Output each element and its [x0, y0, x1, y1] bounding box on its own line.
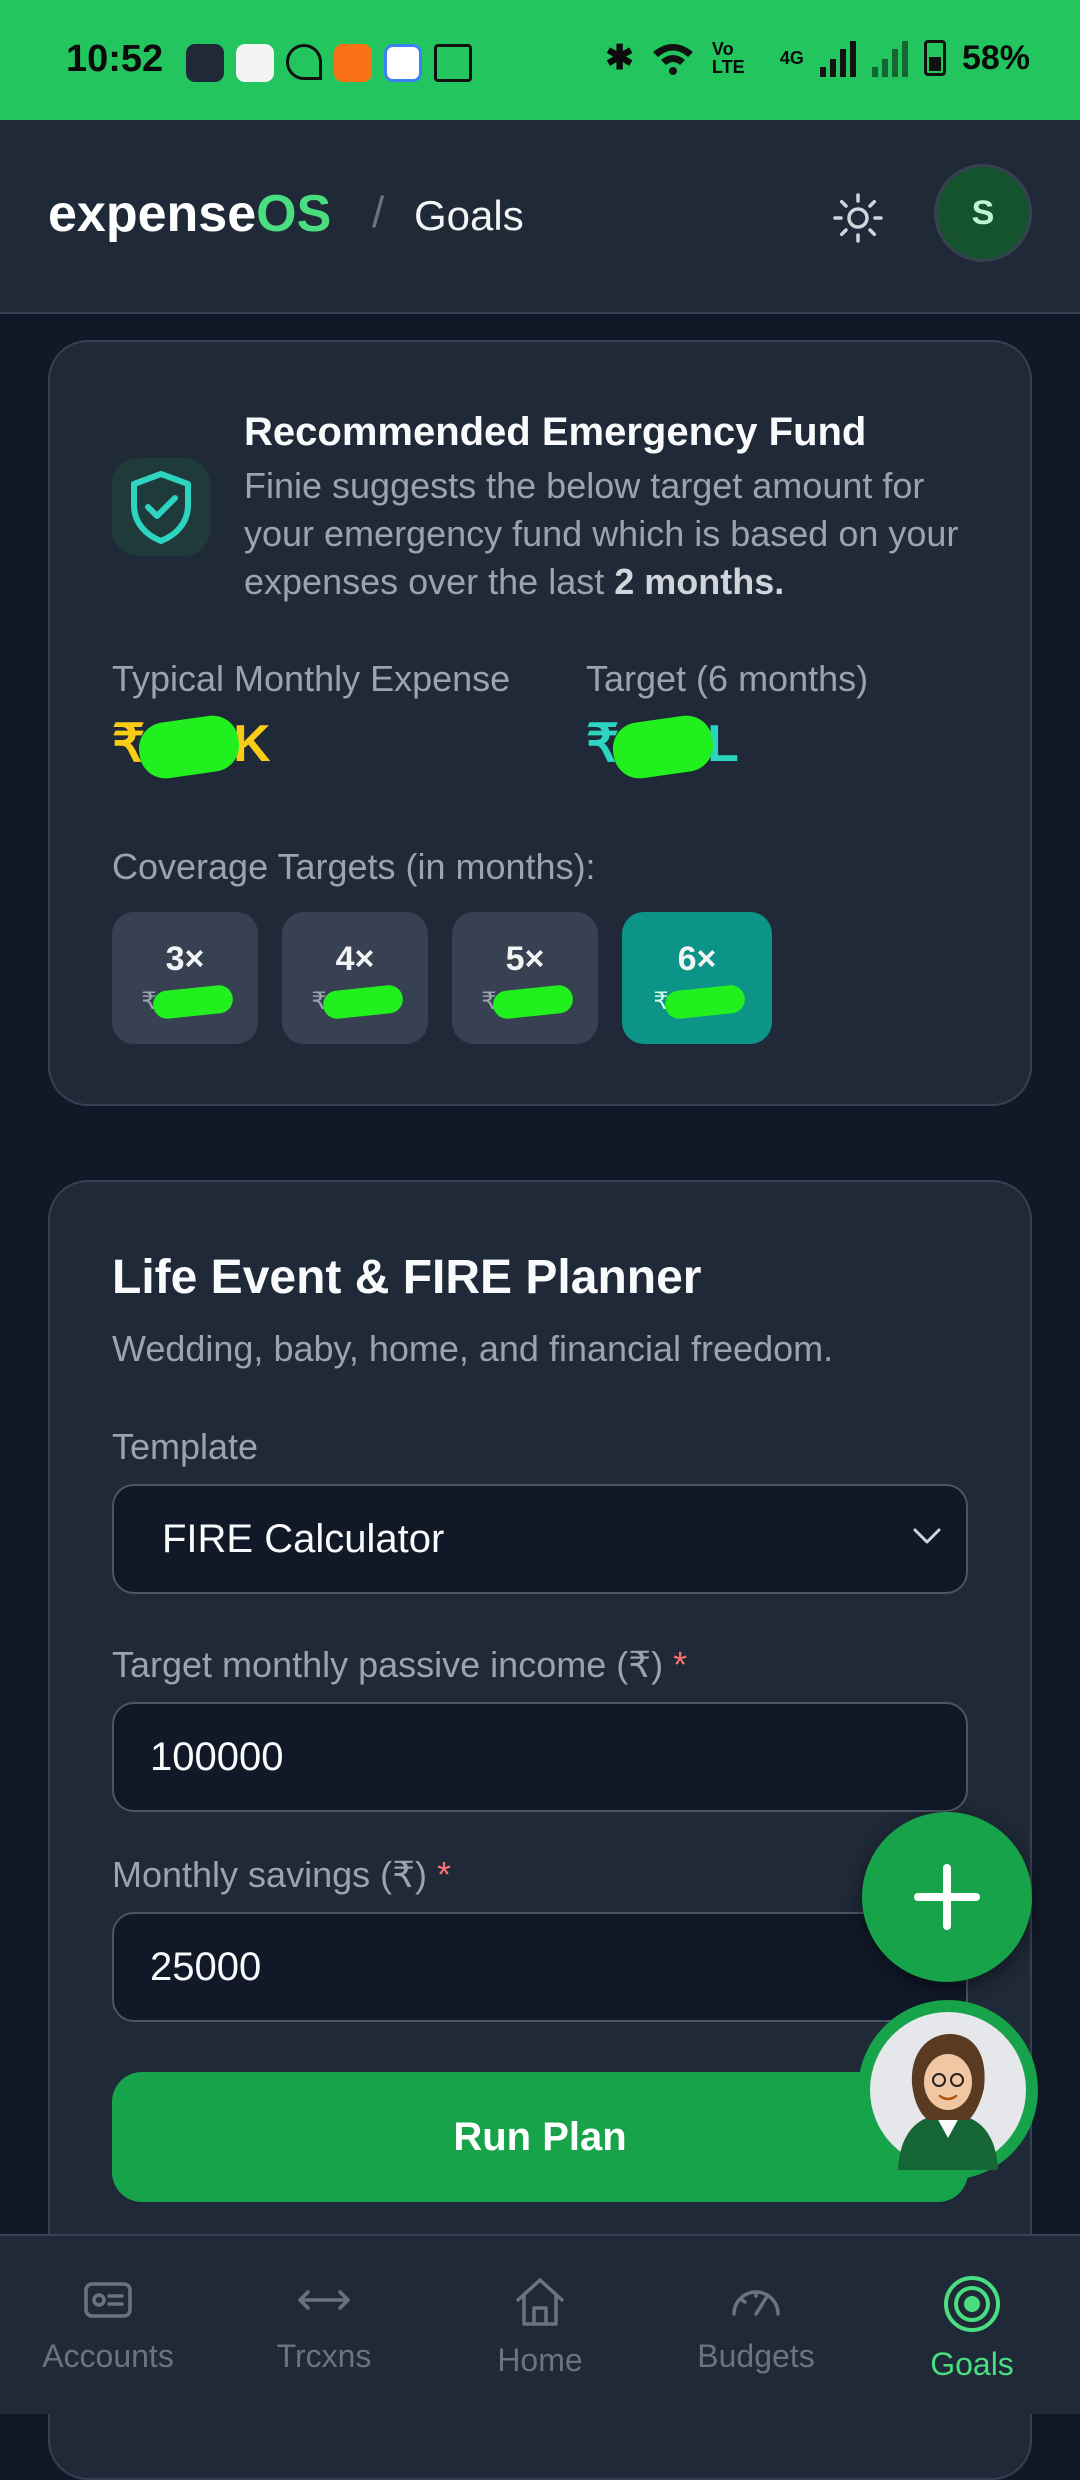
status-right: ✱ Vo LTE 4G 58% — [605, 38, 1030, 78]
redacted-scribble — [609, 712, 717, 782]
app-notification-icon — [236, 44, 274, 82]
wifi-question-icon — [286, 44, 322, 80]
battery-icon — [923, 40, 946, 76]
template-select[interactable]: FIRE Calculator — [112, 1484, 968, 1594]
typical-expense-label: Typical Monthly Expense — [112, 658, 511, 699]
target-icon — [944, 2276, 1000, 2332]
monthly-savings-input[interactable]: 25000 — [112, 1912, 968, 2022]
nav-item-home[interactable]: Home — [432, 2236, 648, 2414]
user-avatar[interactable]: S — [934, 164, 1032, 262]
chip-amount: ₹ — [481, 984, 574, 1021]
redacted-scribble — [151, 984, 234, 1021]
passive-income-value: 100000 — [150, 1734, 284, 1779]
monthly-savings-label-text: Monthly savings (₹) — [112, 1854, 427, 1895]
shield-check-icon — [112, 458, 210, 556]
coverage-chips: 3× ₹ 4× ₹ 5× ₹ 6× ₹ — [112, 912, 772, 1044]
signal-icon — [819, 39, 856, 77]
description-period: 2 months. — [614, 561, 785, 602]
brand-logo[interactable]: expenseOS — [48, 184, 331, 244]
bottom-navigation: Accounts Trcxns Home Budgets Goals — [0, 2234, 1080, 2414]
chip-amount: ₹ — [653, 984, 746, 1021]
passive-income-label-text: Target monthly passive income (₹) — [112, 1644, 664, 1685]
calendar-icon — [434, 44, 472, 82]
template-label: Template — [112, 1426, 259, 1467]
brand-text: expense — [48, 185, 257, 243]
assistant-avatar-icon — [870, 2012, 1026, 2170]
chip-multiplier: 6× — [677, 939, 717, 978]
planner-subtitle: Wedding, baby, home, and financial freed… — [112, 1328, 834, 1369]
nav-item-accounts[interactable]: Accounts — [0, 2236, 216, 2414]
target-value: ₹ L — [586, 712, 739, 782]
nav-label: Budgets — [697, 2338, 815, 2374]
coverage-chip-3x[interactable]: 3× ₹ — [112, 912, 258, 1044]
notification-icons — [186, 44, 472, 82]
nav-item-budgets[interactable]: Budgets — [648, 2236, 864, 2414]
passive-income-label: Target monthly passive income (₹) * — [112, 1644, 687, 1686]
required-asterisk: * — [437, 1854, 452, 1895]
home-icon — [516, 2278, 564, 2326]
chevron-down-icon — [913, 1528, 941, 1544]
redacted-scribble — [663, 984, 746, 1021]
description-text: Finie suggests the below target amount f… — [244, 465, 959, 602]
breadcrumb-separator: / — [372, 188, 385, 237]
bluetooth-icon: ✱ — [605, 39, 634, 77]
nav-label: Home — [497, 2342, 583, 2378]
network-gen: 4G — [779, 47, 804, 68]
status-time: 10:52 — [66, 38, 164, 80]
battery-percent: 58% — [961, 38, 1030, 77]
accounts-icon — [84, 2282, 132, 2318]
nav-label: Trcxns — [276, 2338, 372, 2374]
plus-icon — [914, 1864, 980, 1930]
emergency-fund-title: Recommended Emergency Fund — [244, 410, 867, 454]
theme-toggle-button[interactable] — [826, 186, 890, 250]
app-header: expenseOS / Goals S — [0, 120, 1080, 314]
task-app-icon — [384, 44, 422, 82]
app-notification-icon — [334, 44, 372, 82]
chip-multiplier: 4× — [335, 939, 375, 978]
redacted-scribble — [135, 712, 243, 782]
passive-income-input[interactable]: 100000 — [112, 1702, 968, 1812]
chip-amount: ₹ — [311, 984, 404, 1021]
transactions-icon — [298, 2290, 350, 2310]
gauge-icon — [732, 2290, 780, 2316]
coverage-targets-label: Coverage Targets (in months): — [112, 846, 596, 887]
run-plan-button[interactable]: Run Plan — [112, 2072, 968, 2202]
app-notification-icon — [186, 44, 224, 82]
chip-amount: ₹ — [141, 984, 234, 1021]
status-bar: 10:52 ✱ Vo LTE 4G 58% — [0, 0, 1080, 120]
volte-label: Vo LTE — [711, 39, 745, 77]
emergency-fund-card: Recommended Emergency Fund Finie suggest… — [48, 340, 1032, 1106]
planner-title: Life Event & FIRE Planner — [112, 1251, 702, 1304]
redacted-scribble — [321, 984, 404, 1021]
chip-multiplier: 5× — [505, 939, 545, 978]
redacted-scribble — [491, 984, 574, 1021]
target-label: Target (6 months) — [586, 658, 869, 699]
nav-item-goals[interactable]: Goals — [864, 2236, 1080, 2414]
add-fab-button[interactable] — [862, 1812, 1032, 1982]
page-title: Goals — [414, 192, 524, 239]
assistant-avatar-button[interactable] — [858, 2000, 1038, 2180]
monthly-savings-label: Monthly savings (₹) * — [112, 1854, 451, 1896]
template-selected-value: FIRE Calculator — [162, 1516, 445, 1561]
brand-text-accent: OS — [256, 185, 332, 243]
signal-icon-secondary — [871, 39, 908, 77]
sun-icon — [833, 193, 883, 243]
coverage-chip-5x[interactable]: 5× ₹ — [452, 912, 598, 1044]
nav-item-transactions[interactable]: Trcxns — [216, 2236, 432, 2414]
chip-multiplier: 3× — [165, 939, 205, 978]
required-asterisk: * — [673, 1644, 688, 1685]
nav-label: Goals — [930, 2346, 1014, 2382]
typical-expense-value: ₹ K — [112, 712, 271, 782]
monthly-savings-value: 25000 — [150, 1944, 262, 1989]
emergency-fund-description: Finie suggests the below target amount f… — [244, 462, 984, 606]
coverage-chip-4x[interactable]: 4× ₹ — [282, 912, 428, 1044]
coverage-chip-6x[interactable]: 6× ₹ — [622, 912, 772, 1044]
nav-label: Accounts — [42, 2338, 174, 2374]
wifi-icon — [652, 44, 693, 75]
